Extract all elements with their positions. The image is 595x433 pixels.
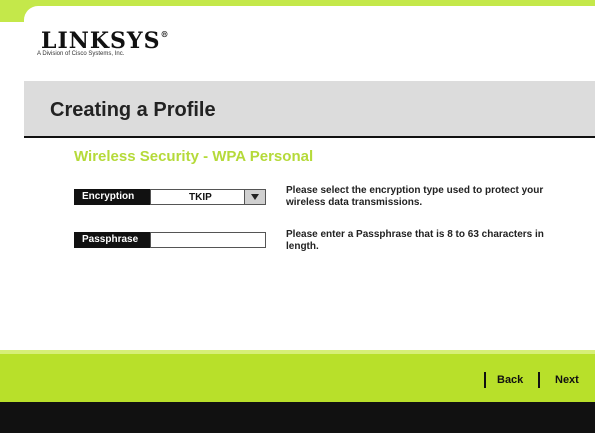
dropdown-button[interactable] bbox=[244, 190, 265, 204]
encryption-select[interactable]: TKIP bbox=[150, 189, 266, 205]
logo-area: LINKSYS® A Division of Cisco Systems, In… bbox=[24, 6, 595, 81]
passphrase-help-text: Please enter a Passphrase that is 8 to 6… bbox=[286, 229, 544, 252]
encryption-selected-value: TKIP bbox=[189, 192, 212, 203]
linksys-logo: LINKSYS® bbox=[41, 28, 170, 54]
next-button[interactable]: Next bbox=[555, 374, 579, 386]
page-title: Creating a Profile bbox=[50, 99, 216, 121]
chevron-down-icon bbox=[251, 194, 259, 200]
section-title: Wireless Security - WPA Personal bbox=[74, 148, 314, 165]
nav-separator bbox=[538, 372, 540, 388]
title-divider bbox=[24, 136, 595, 138]
nav-separator bbox=[484, 372, 486, 388]
back-button[interactable]: Back bbox=[497, 374, 523, 386]
wizard-window: LINKSYS® A Division of Cisco Systems, In… bbox=[0, 0, 595, 433]
passphrase-label: Passphrase bbox=[74, 232, 150, 248]
logo-tagline: A Division of Cisco Systems, Inc. bbox=[37, 51, 125, 57]
passphrase-input[interactable] bbox=[150, 232, 266, 248]
encryption-label: Encryption bbox=[74, 189, 150, 205]
encryption-help-text: Please select the encryption type used t… bbox=[286, 185, 544, 208]
bottom-black-bar bbox=[0, 402, 595, 433]
